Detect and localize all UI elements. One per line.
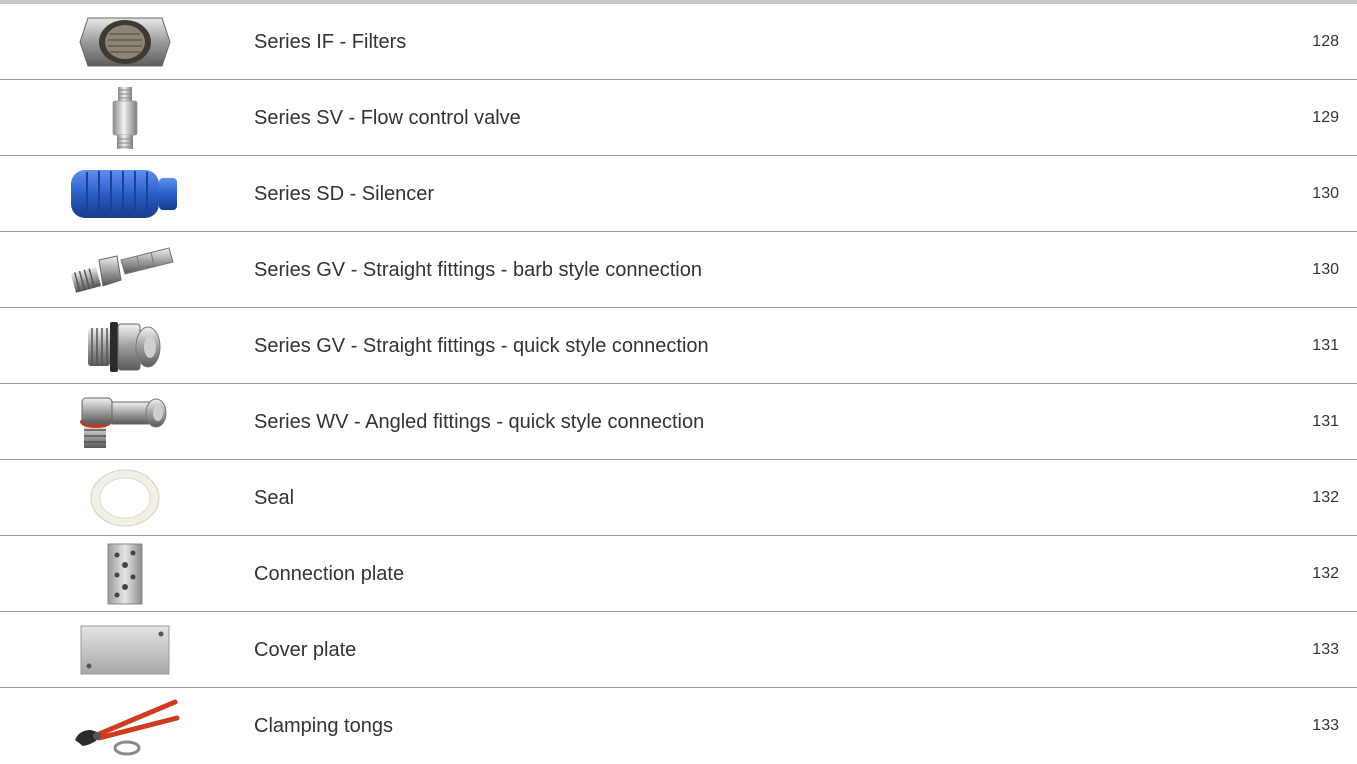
quick-fitting-icon (60, 311, 190, 381)
page-number: 133 (1312, 717, 1339, 734)
table-row[interactable]: Clamping tongs 133 (0, 688, 1357, 764)
page-number: 130 (1312, 185, 1339, 202)
table-row[interactable]: Series SD - Silencer 130 (0, 156, 1357, 232)
row-label: Series SD - Silencer (254, 183, 435, 205)
row-label: Series IF - Filters (254, 31, 407, 53)
page-number: 130 (1312, 261, 1339, 278)
filter-icon (60, 7, 190, 77)
page-number: 132 (1312, 489, 1339, 506)
flow-control-valve-icon (60, 83, 190, 153)
row-label: Series GV - Straight fittings - barb sty… (254, 259, 702, 281)
silencer-icon (60, 159, 190, 229)
table-row[interactable]: Connection plate 132 (0, 536, 1357, 612)
page-number: 128 (1312, 33, 1339, 50)
page-number: 132 (1312, 565, 1339, 582)
row-label: Cover plate (254, 639, 357, 661)
table-row[interactable]: Series SV - Flow control valve 129 (0, 80, 1357, 156)
connection-plate-icon (60, 539, 190, 609)
row-label: Series GV - Straight fittings - quick st… (254, 335, 709, 357)
table-row[interactable]: Cover plate 133 (0, 612, 1357, 688)
row-label: Series SV - Flow control valve (254, 107, 521, 129)
page-number: 133 (1312, 641, 1339, 658)
table-row[interactable]: Series WV - Angled fittings - quick styl… (0, 384, 1357, 460)
row-label: Seal (254, 487, 295, 509)
table-row[interactable]: Series GV - Straight fittings - barb sty… (0, 232, 1357, 308)
row-label: Connection plate (254, 563, 405, 585)
seal-icon (60, 463, 190, 533)
page-number: 129 (1312, 109, 1339, 126)
angled-fitting-icon (60, 387, 190, 457)
table-row[interactable]: Seal 132 (0, 460, 1357, 536)
row-label: Clamping tongs (254, 715, 393, 737)
barb-fitting-icon (60, 235, 190, 305)
clamping-tongs-icon (60, 691, 190, 761)
page-number: 131 (1312, 337, 1339, 354)
table-row[interactable]: Series GV - Straight fittings - quick st… (0, 308, 1357, 384)
product-list: Series IF - Filters 128 Series SV - Flow… (0, 4, 1357, 764)
row-label: Series WV - Angled fittings - quick styl… (254, 411, 705, 433)
cover-plate-icon (60, 615, 190, 685)
table-row[interactable]: Series IF - Filters 128 (0, 4, 1357, 80)
page-number: 131 (1312, 413, 1339, 430)
